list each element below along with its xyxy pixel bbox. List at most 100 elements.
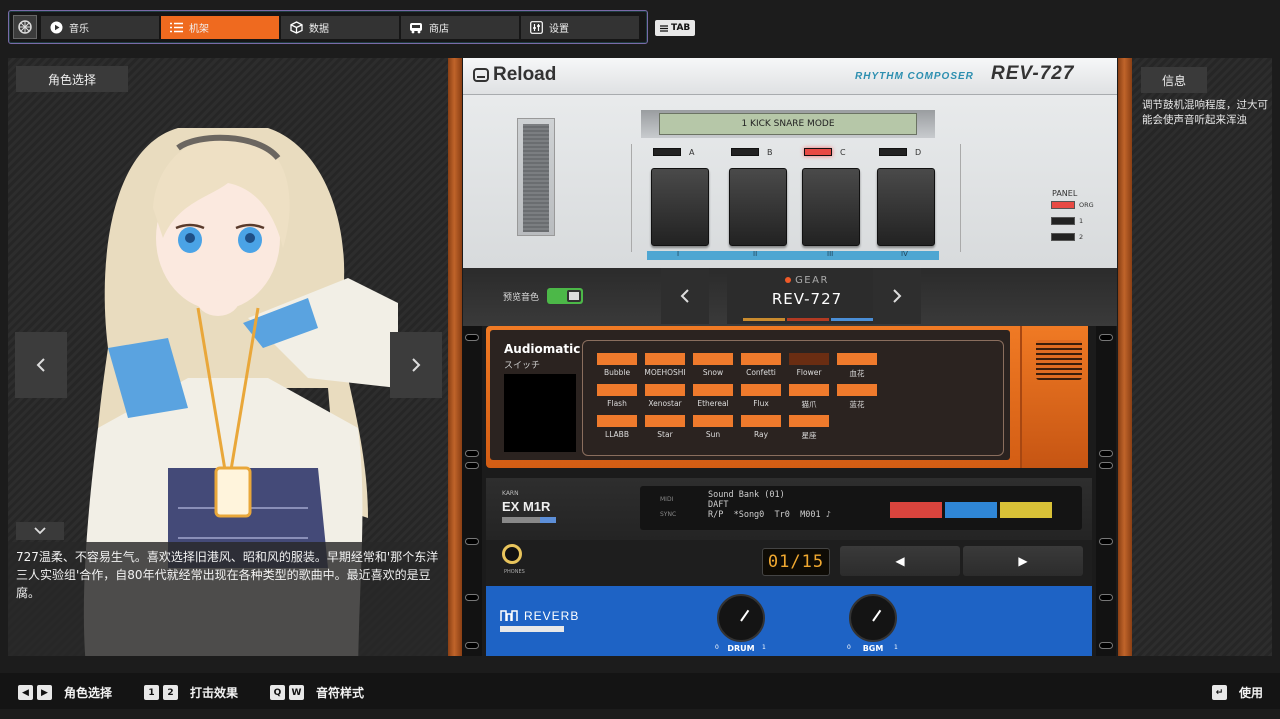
rack-view: Reload RHYTHM COMPOSER REV-727 1 KICK SN… bbox=[448, 58, 1132, 656]
panel-button-1[interactable] bbox=[1051, 217, 1075, 225]
panel-option-label: 1 bbox=[1079, 217, 1084, 225]
preset-button[interactable] bbox=[645, 353, 685, 365]
preset-button[interactable] bbox=[693, 353, 733, 365]
gear-tag: GEAR bbox=[727, 275, 887, 286]
preset-button[interactable] bbox=[837, 353, 877, 365]
preset-button[interactable] bbox=[789, 415, 829, 427]
bank-block-blue[interactable] bbox=[945, 502, 997, 518]
pad-numeral: IV bbox=[901, 250, 908, 258]
audiomatic-subtitle: スイッチ bbox=[504, 361, 541, 371]
sync-label: SYNC bbox=[660, 511, 677, 518]
hint-label: 打击效果 bbox=[190, 686, 239, 700]
bank-block-yellow[interactable] bbox=[1000, 502, 1052, 518]
audiomatic-panel: Audiomatic スイッチ Bubble MOEHOSHI Snow Confet… bbox=[490, 330, 1010, 460]
prev-character-button[interactable] bbox=[15, 332, 67, 398]
drum-pad-c[interactable] bbox=[802, 168, 860, 246]
exm-maker: KARN bbox=[502, 490, 519, 497]
preset-button[interactable] bbox=[789, 353, 829, 365]
preset-button[interactable] bbox=[645, 384, 685, 396]
tab-music[interactable]: 音乐 bbox=[41, 16, 159, 39]
hint-note-style[interactable]: Q W 音符样式 bbox=[270, 684, 364, 701]
character-description: 727温柔、不容易生气。喜欢选择旧港风、昭和风的服装。早期经常和'那个东洋三人实… bbox=[8, 542, 448, 656]
reverb-unit: REVERB 0 1 DRUM 0 1 BGM bbox=[486, 586, 1092, 656]
key-right-icon: ▶ bbox=[37, 685, 52, 700]
app-logo-icon bbox=[13, 15, 37, 39]
pad-led-a bbox=[653, 148, 681, 156]
prev-track-button[interactable]: ◀ bbox=[840, 546, 960, 576]
menu-icon bbox=[660, 24, 668, 32]
pad-letter: C bbox=[840, 148, 846, 157]
panel-button-2[interactable] bbox=[1051, 233, 1075, 241]
wood-side-left bbox=[448, 58, 462, 656]
brand-name: Reload bbox=[493, 64, 557, 85]
bank-block-red[interactable] bbox=[890, 502, 942, 518]
pad-letter: B bbox=[767, 148, 773, 157]
preset-button[interactable] bbox=[597, 353, 637, 365]
bottom-hint-bar: ◀ ▶ 角色选择 1 2 打击效果 Q W 音符样式 ↵ 使用 bbox=[0, 673, 1280, 709]
cartridge-slot[interactable] bbox=[517, 118, 555, 236]
exm-lcd-text: Sound Bank (01) DAFT R/P *Song0 Tr0 M001… bbox=[708, 490, 831, 520]
next-character-button[interactable] bbox=[390, 332, 442, 398]
pad-led-c bbox=[804, 148, 832, 156]
gear-stripe bbox=[743, 318, 785, 321]
rack-rail-left bbox=[462, 326, 482, 656]
sliders-icon bbox=[529, 21, 543, 35]
tab-data[interactable]: 数据 bbox=[281, 16, 399, 39]
drum-pad-a[interactable] bbox=[651, 168, 709, 246]
rack-rail-right bbox=[1096, 326, 1116, 656]
preset-button[interactable] bbox=[789, 384, 829, 396]
drum-pad-b[interactable] bbox=[729, 168, 787, 246]
panel-option-label: ORG bbox=[1079, 201, 1094, 209]
chevron-right-icon bbox=[412, 358, 421, 372]
preset-button[interactable] bbox=[693, 384, 733, 396]
bus-icon bbox=[409, 21, 423, 35]
exm-display: MIDI SYNC Sound Bank (01) DAFT R/P *Song… bbox=[640, 486, 1082, 530]
cube-icon bbox=[289, 21, 303, 35]
tab-settings[interactable]: 设置 bbox=[521, 16, 639, 39]
phones-jack-icon bbox=[502, 544, 522, 564]
knob-label: DRUM bbox=[727, 644, 755, 653]
pad-numeral: II bbox=[753, 250, 758, 258]
hint-label: 使用 bbox=[1239, 686, 1264, 700]
info-panel: 信息 调节鼓机混响程度，过大可能会使声音听起来浑浊 bbox=[1132, 58, 1272, 656]
gear-name: REV-727 bbox=[771, 290, 843, 308]
preset-label: 血花 bbox=[849, 369, 865, 378]
panel-button-org[interactable] bbox=[1051, 201, 1075, 209]
chevron-down-icon bbox=[34, 527, 46, 535]
prev-gear-button[interactable] bbox=[661, 268, 709, 324]
hint-hit-effect[interactable]: 1 2 打击效果 bbox=[144, 684, 238, 701]
preset-button[interactable] bbox=[741, 353, 781, 365]
gear-stripe bbox=[831, 318, 873, 321]
preset-button[interactable] bbox=[741, 384, 781, 396]
tab-rack[interactable]: 机架 bbox=[161, 16, 279, 39]
tab-shop[interactable]: 商店 bbox=[401, 16, 519, 39]
hint-character-select[interactable]: ◀ ▶ 角色选择 bbox=[18, 684, 112, 701]
drum-reverb-knob[interactable] bbox=[717, 594, 765, 642]
preview-sound-toggle[interactable] bbox=[547, 288, 583, 304]
tab-label: 机架 bbox=[189, 24, 209, 35]
bgm-reverb-knob[interactable] bbox=[849, 594, 897, 642]
preset-button[interactable] bbox=[645, 415, 685, 427]
next-track-button[interactable]: ▶ bbox=[963, 546, 1083, 576]
preset-button[interactable] bbox=[741, 415, 781, 427]
preset-button[interactable] bbox=[837, 384, 877, 396]
key-1: 1 bbox=[144, 685, 159, 700]
collapse-description-button[interactable] bbox=[16, 522, 64, 540]
preset-button[interactable] bbox=[597, 384, 637, 396]
drum-pad-d[interactable] bbox=[877, 168, 935, 246]
midi-label: MIDI bbox=[660, 496, 674, 503]
preset-button[interactable] bbox=[693, 415, 733, 427]
knob-label: BGM bbox=[862, 644, 884, 653]
audiomatic-preview-screen bbox=[504, 374, 576, 452]
next-gear-button[interactable] bbox=[873, 268, 921, 324]
main-navigation: 音乐 机架 数据 商店 设置 bbox=[8, 10, 648, 44]
hint-use[interactable]: ↵ 使用 bbox=[1212, 684, 1263, 701]
preset-label: 蓝花 bbox=[849, 400, 865, 409]
key-2: 2 bbox=[163, 685, 178, 700]
pad-numeral: III bbox=[827, 250, 834, 258]
panel-title: 角色选择 bbox=[16, 66, 128, 92]
reload-logo-icon bbox=[473, 68, 489, 82]
preset-button[interactable] bbox=[597, 415, 637, 427]
hint-label: 角色选择 bbox=[64, 686, 113, 700]
ex-m1r-unit: KARN EX M1R MIDI SYNC Sound Bank (01) DA… bbox=[486, 478, 1092, 540]
